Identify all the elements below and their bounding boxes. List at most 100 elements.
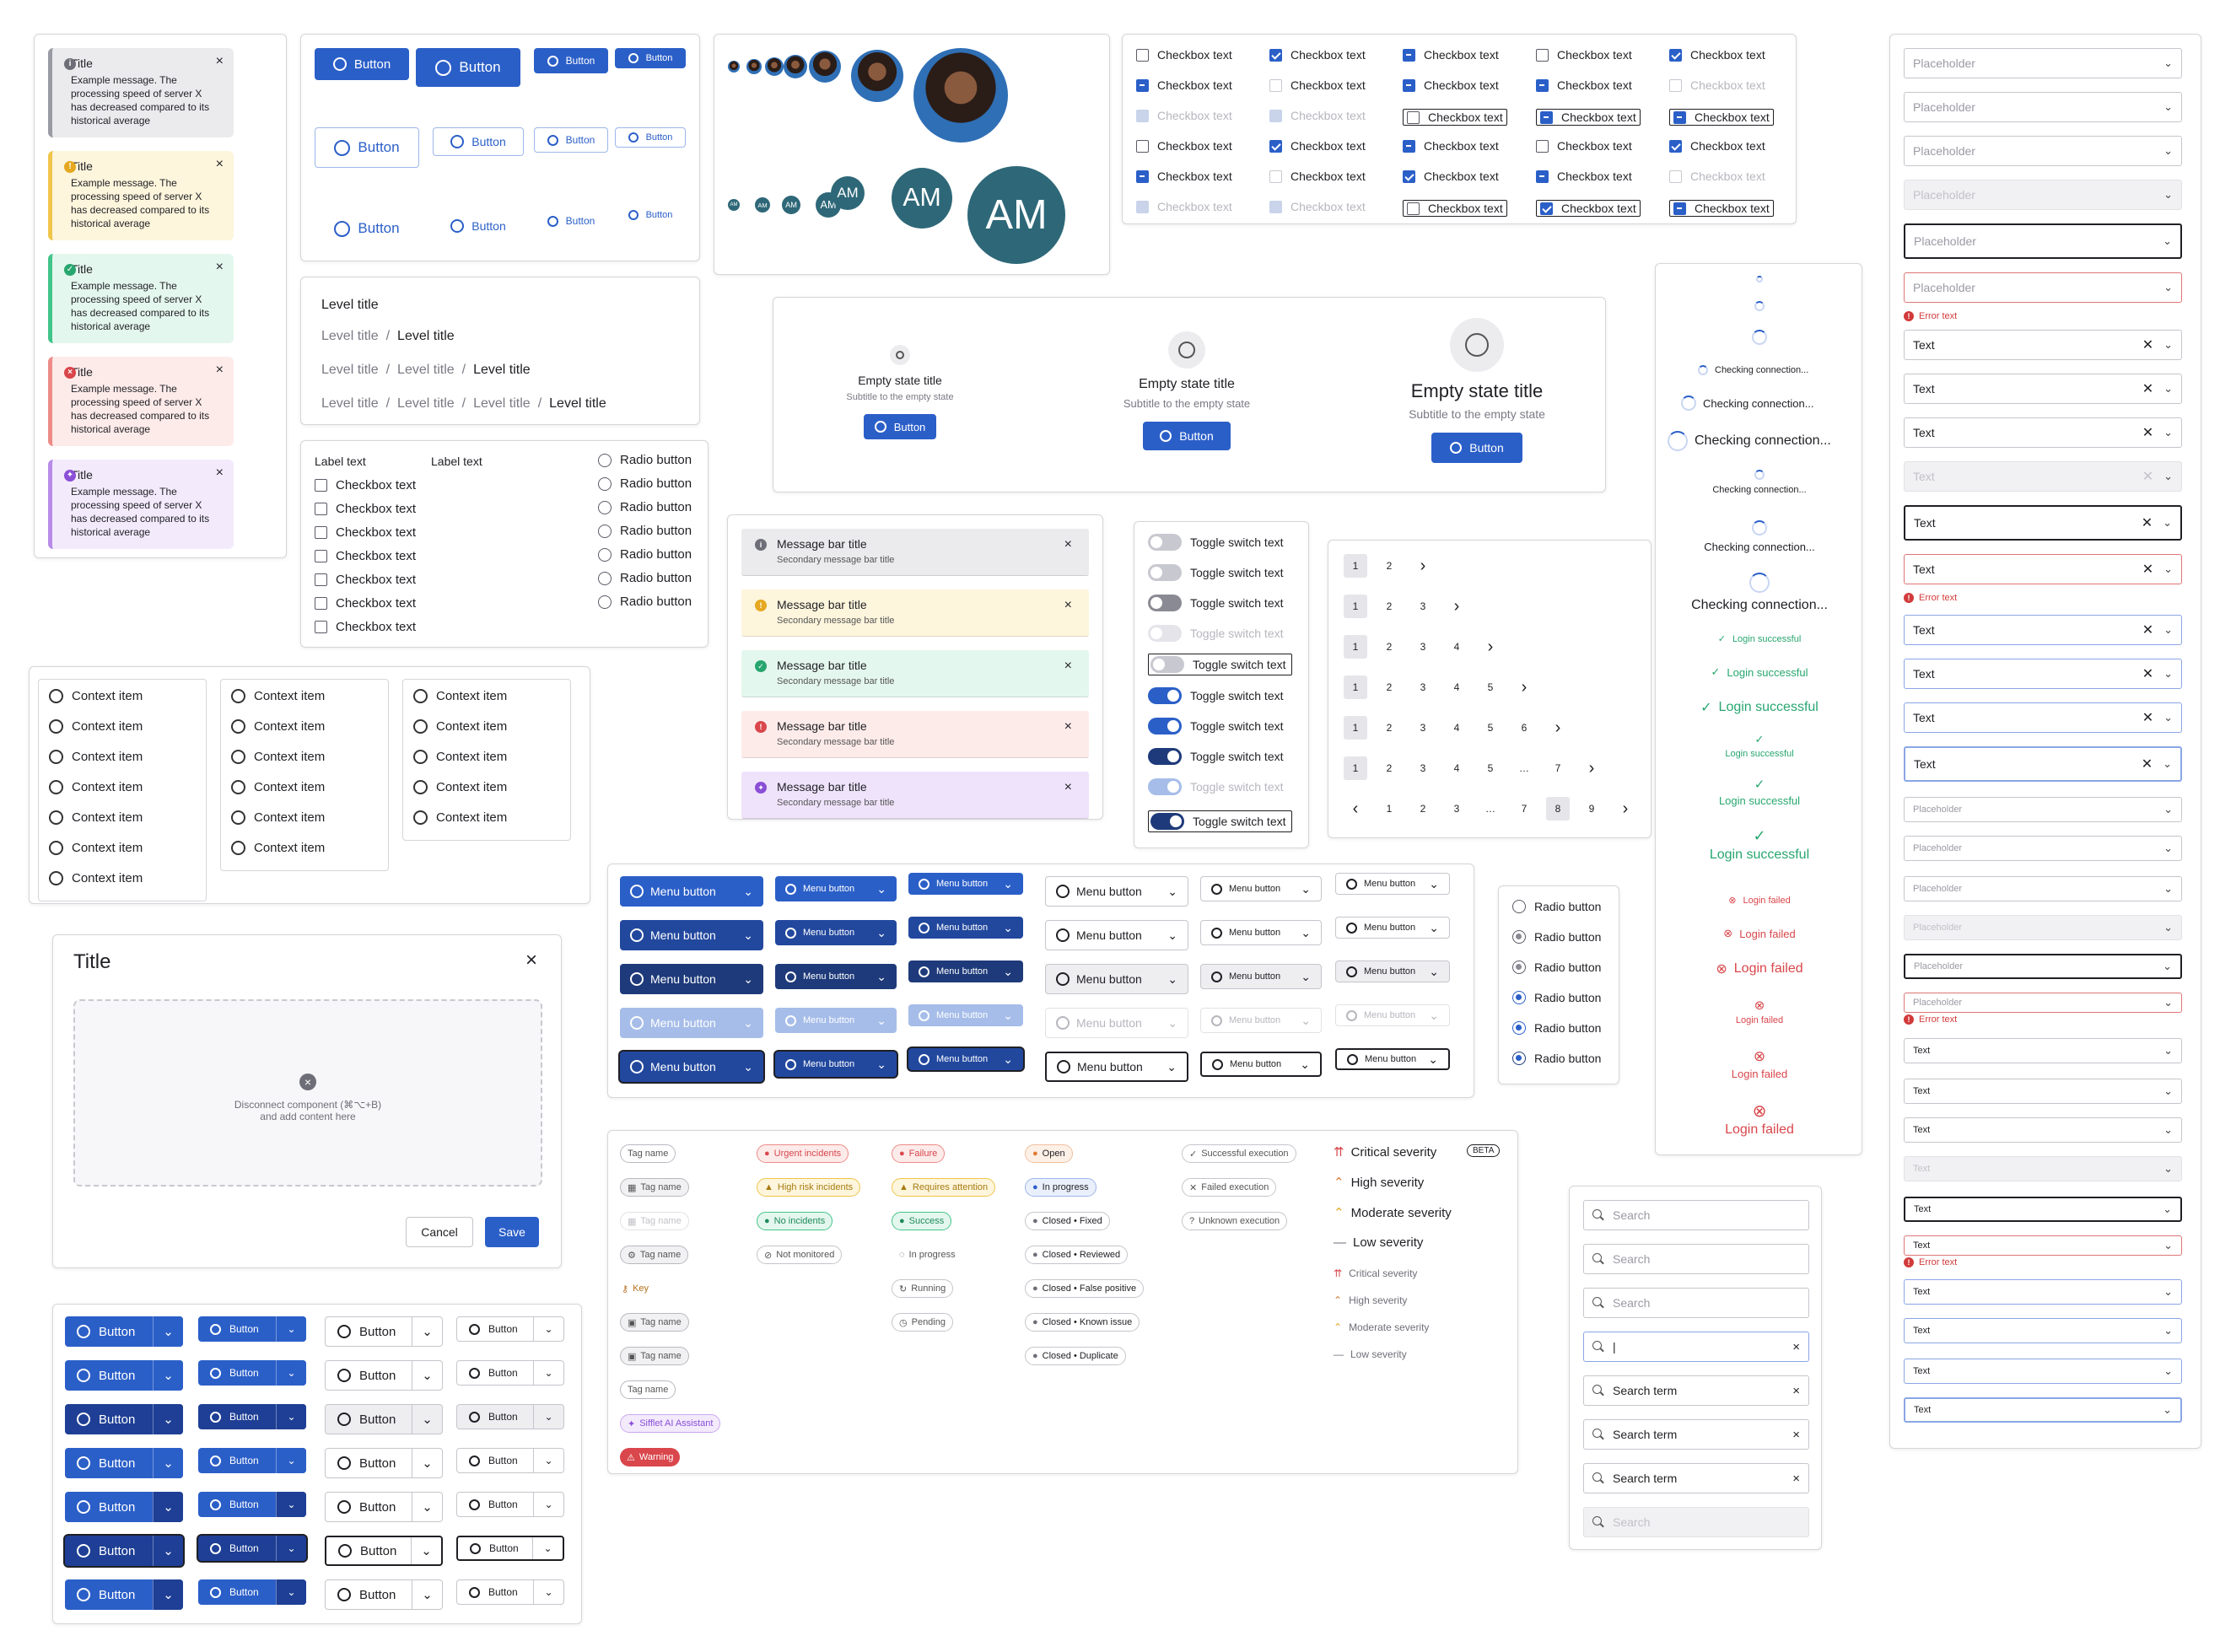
search-input[interactable]: Search	[1583, 1288, 1809, 1318]
radio-item[interactable]: Radio button	[1512, 1021, 1601, 1035]
chevron-down-icon[interactable]: ⌄	[412, 1449, 442, 1477]
split-button-main[interactable]: Button	[457, 1449, 533, 1472]
split-button[interactable]: Button ⌄	[198, 1536, 306, 1561]
page-number[interactable]: 1	[1344, 595, 1367, 618]
radio[interactable]	[1512, 930, 1526, 944]
select-field[interactable]: Text ⌄	[1904, 1279, 2182, 1305]
toggle-item[interactable]: Toggle switch text	[1148, 534, 1284, 551]
chevron-down-icon[interactable]: ⌄	[276, 1316, 306, 1342]
chevron-down-icon[interactable]: ⌄	[412, 1361, 442, 1390]
checkbox-item[interactable]: Checkbox text	[1536, 109, 1641, 126]
checkbox-item[interactable]: Checkbox text	[1669, 48, 1765, 62]
cancel-button[interactable]: Cancel	[406, 1217, 473, 1247]
split-button-main[interactable]: Button	[458, 1537, 532, 1559]
select-field[interactable]: Text ✕ ⌄	[1904, 330, 2182, 360]
split-button[interactable]: Button ⌄	[198, 1579, 306, 1605]
menu-button[interactable]: Menu button ⌄	[620, 964, 763, 994]
clear-icon[interactable]: ✕	[2142, 424, 2153, 441]
context-item[interactable]: Context item	[413, 778, 507, 796]
chevron-down-icon[interactable]: ⌄	[153, 1492, 183, 1522]
select-field[interactable]: Placeholder ⌄	[1904, 180, 2182, 210]
split-button[interactable]: Button ⌄	[456, 1404, 564, 1429]
radio-item[interactable]: Radio button	[598, 500, 692, 514]
checkbox-item[interactable]: Checkbox text	[315, 573, 416, 587]
toggle-item[interactable]: Toggle switch text	[1148, 810, 1292, 832]
search-input[interactable]: Search	[1583, 1244, 1809, 1274]
select-field[interactable]: Placeholder ⌄	[1904, 797, 2182, 822]
toggle-item[interactable]: Toggle switch text	[1148, 687, 1284, 704]
breadcrumb-item[interactable]: Level title	[397, 363, 455, 378]
chevron-down-icon[interactable]: ⌄	[412, 1493, 442, 1521]
page-number[interactable]: 2	[1411, 797, 1435, 821]
page-number[interactable]: 5	[1479, 716, 1502, 740]
checkbox-item[interactable]: Checkbox text	[1403, 78, 1499, 92]
search-input[interactable]: Search	[1583, 1507, 1809, 1537]
checkbox-item[interactable]: Checkbox text	[315, 525, 416, 540]
checkbox[interactable]	[315, 597, 327, 610]
split-button[interactable]: Button ⌄	[325, 1448, 443, 1478]
split-button-main[interactable]: Button	[198, 1360, 276, 1386]
menu-button[interactable]: Menu button ⌄	[1045, 1008, 1188, 1038]
checkbox-item[interactable]: Checkbox text	[1669, 139, 1765, 153]
toggle-switch[interactable]	[1148, 718, 1182, 735]
page-number[interactable]: 3	[1411, 675, 1435, 699]
page-number[interactable]: 1	[1344, 554, 1367, 578]
clear-icon[interactable]: ✕	[2142, 468, 2153, 485]
radio[interactable]	[598, 500, 612, 514]
toggle-switch[interactable]	[1150, 813, 1184, 830]
breadcrumb-item[interactable]: Level title	[397, 396, 455, 412]
split-button-main[interactable]: Button	[326, 1493, 412, 1521]
menu-button[interactable]: Menu button ⌄	[775, 964, 897, 989]
chevron-down-icon[interactable]: ⌄	[276, 1579, 306, 1605]
clear-icon[interactable]: ✕	[2142, 665, 2153, 682]
close-icon[interactable]: ×	[1064, 719, 1072, 735]
save-button[interactable]: Save	[485, 1217, 539, 1247]
split-button[interactable]: Button ⌄	[65, 1360, 183, 1391]
menu-button[interactable]: Menu button ⌄	[1200, 920, 1322, 945]
split-button-main[interactable]: Button	[198, 1404, 276, 1429]
page-number[interactable]: 2	[1377, 716, 1401, 740]
checkbox[interactable]	[1269, 170, 1282, 183]
context-item[interactable]: Context item	[413, 686, 507, 705]
checkbox[interactable]	[1407, 202, 1420, 215]
toggle-switch[interactable]	[1148, 625, 1182, 642]
radio-item[interactable]: Radio button	[598, 476, 692, 491]
context-item[interactable]: Context item	[231, 717, 325, 735]
menu-button[interactable]: Menu button ⌄	[1045, 920, 1188, 950]
split-button-main[interactable]: Button	[198, 1492, 276, 1517]
menu-button[interactable]: Menu button ⌄	[1045, 876, 1188, 907]
context-item[interactable]: Context item	[413, 717, 507, 735]
page-number[interactable]: 4	[1445, 635, 1468, 659]
chevron-right-icon[interactable]: ›	[1546, 716, 1570, 740]
checkbox[interactable]	[1540, 110, 1553, 124]
search-input[interactable]: Search term ×	[1583, 1419, 1809, 1450]
checkbox-item[interactable]: Checkbox text	[1136, 109, 1232, 122]
toggle-switch[interactable]	[1150, 656, 1184, 673]
checkbox[interactable]	[1536, 48, 1549, 62]
context-item[interactable]: Context item	[49, 808, 143, 826]
split-button[interactable]: Button ⌄	[456, 1360, 564, 1386]
radio[interactable]	[1512, 900, 1526, 913]
page-number[interactable]: 1	[1377, 797, 1401, 821]
chevron-right-icon[interactable]: ›	[1512, 675, 1536, 699]
toggle-item[interactable]: Toggle switch text	[1148, 595, 1284, 611]
close-icon[interactable]: ×	[216, 158, 224, 171]
toggle-switch[interactable]	[1148, 595, 1182, 611]
menu-button[interactable]: Menu button ⌄	[1335, 873, 1450, 895]
checkbox-item[interactable]: Checkbox text	[1669, 109, 1774, 126]
page-number[interactable]: 7	[1546, 756, 1570, 780]
checkbox-item[interactable]: Checkbox text	[1536, 139, 1632, 153]
select-field[interactable]: Placeholder ⌄	[1904, 92, 2182, 122]
toggle-item[interactable]: Toggle switch text	[1148, 748, 1284, 765]
menu-button[interactable]: Menu button ⌄	[620, 1052, 763, 1082]
chevron-down-icon[interactable]: ⌄	[276, 1360, 306, 1386]
toggle-switch[interactable]	[1148, 534, 1182, 551]
chevron-down-icon[interactable]: ⌄	[153, 1316, 183, 1347]
select-field[interactable]: Text ✕ ⌄	[1904, 505, 2182, 541]
checkbox[interactable]	[1403, 78, 1415, 92]
radio[interactable]	[1512, 1052, 1526, 1065]
select-field[interactable]: Text ⌄	[1904, 1359, 2182, 1384]
split-button-main[interactable]: Button	[198, 1448, 276, 1473]
checkbox-item[interactable]: Checkbox text	[1269, 48, 1366, 62]
split-button-main[interactable]: Button	[65, 1448, 153, 1478]
